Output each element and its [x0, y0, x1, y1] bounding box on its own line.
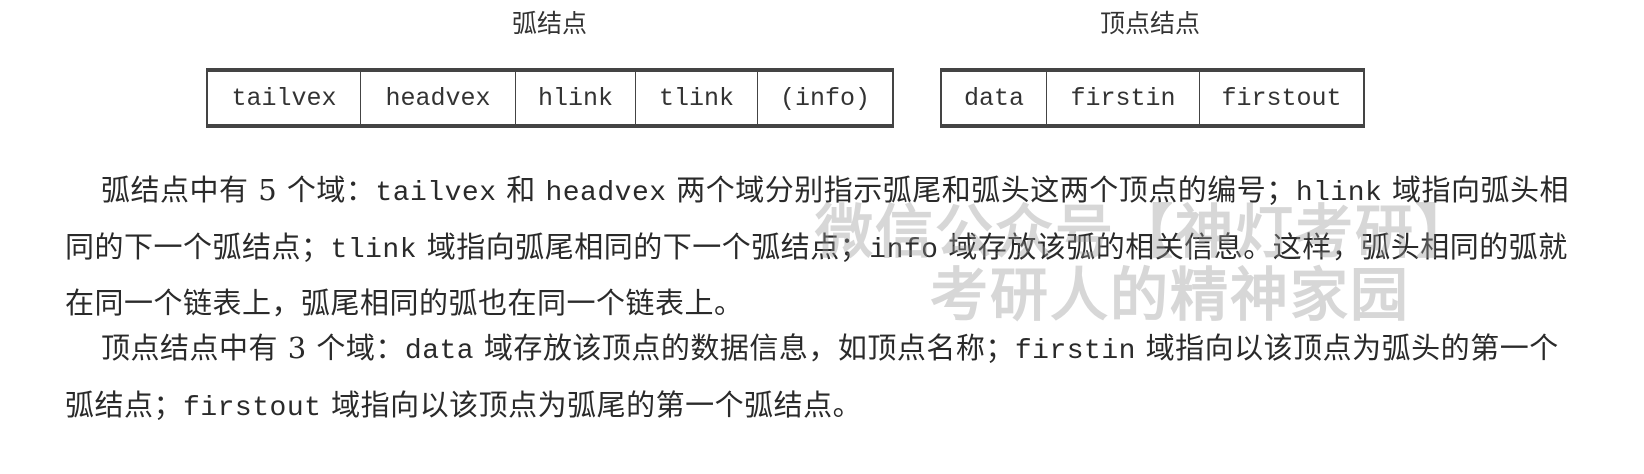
- field-firstin: firstin: [1047, 72, 1200, 124]
- field-headvex: headvex: [361, 72, 516, 124]
- vertex-node-description: 顶点结点中有 3 个域：data 域存放该顶点的数据信息，如顶点名称；first…: [65, 322, 1585, 435]
- arc-node-diagram: tailvex headvex hlink tlink (info): [206, 68, 894, 128]
- text: 域存放该顶点的数据信息，如顶点名称；: [474, 331, 1015, 365]
- field-tlink: tlink: [636, 72, 758, 124]
- text: 两个域分别指示弧尾和弧头这两个顶点的编号；: [666, 173, 1296, 207]
- field-info: (info): [779, 83, 870, 113]
- arc-node-title: 弧结点: [512, 9, 588, 38]
- field-firstout: firstout: [1221, 83, 1342, 113]
- vertex-node-title: 顶点结点: [1100, 9, 1201, 38]
- arc-node-description: 弧结点中有 5 个域：tailvex 和 headvex 两个域分别指示弧尾和弧…: [65, 164, 1585, 330]
- field-data: data: [942, 72, 1047, 124]
- code: data: [404, 336, 475, 367]
- code: headvex: [545, 178, 667, 209]
- code: tailvex: [375, 178, 497, 209]
- text: 域指向弧尾相同的下一个弧结点；: [417, 229, 870, 264]
- code: tlink: [330, 234, 418, 266]
- code: firstout: [183, 392, 322, 424]
- code: hlink: [1295, 178, 1383, 209]
- text: 和: [496, 173, 546, 207]
- text: 弧结点中有 5 个域：: [101, 173, 376, 207]
- text: 域指向以该顶点为弧尾的第一个弧结点。: [321, 387, 863, 422]
- code: firstin: [1014, 336, 1136, 367]
- code: info: [869, 234, 939, 266]
- field-hlink: hlink: [516, 72, 636, 124]
- text: 顶点结点中有 3 个域：: [101, 331, 405, 365]
- vertex-node-diagram: data firstin firstout: [940, 68, 1365, 128]
- field-tailvex: tailvex: [208, 72, 361, 124]
